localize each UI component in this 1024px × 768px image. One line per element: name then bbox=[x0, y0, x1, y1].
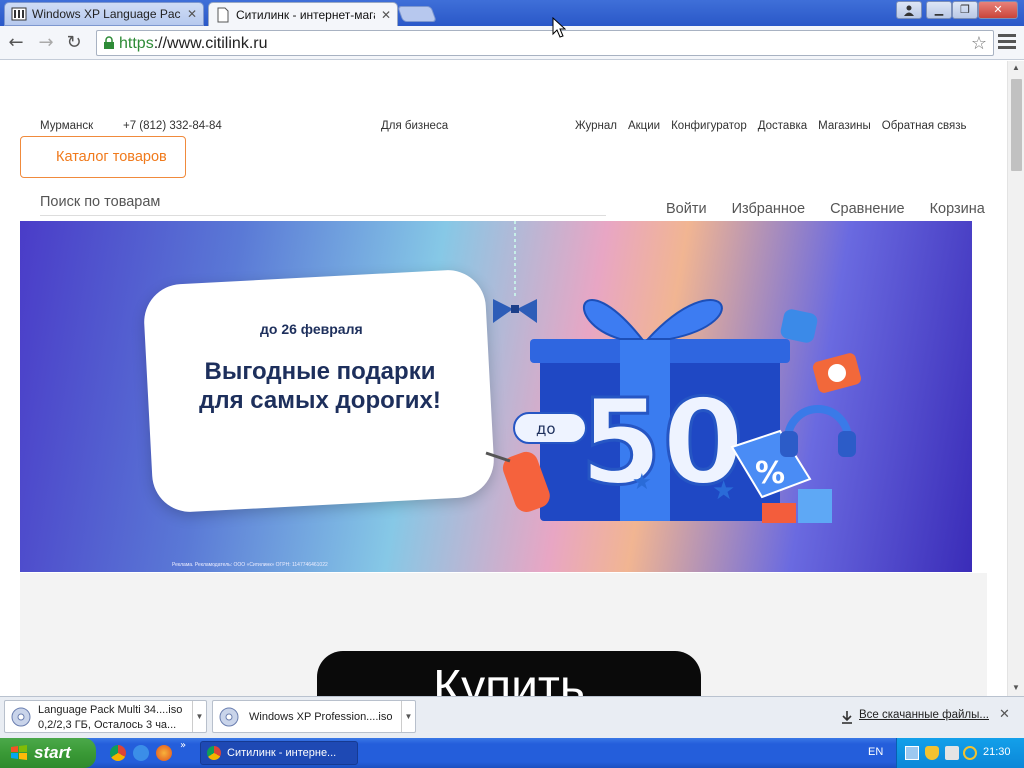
close-icon: ✕ bbox=[993, 3, 1003, 16]
nav-delivery[interactable]: Доставка bbox=[758, 120, 807, 132]
minimize-button[interactable]: ▁ bbox=[926, 1, 952, 19]
download-arrow-icon bbox=[842, 711, 852, 724]
download-filename: Windows XP Profession....iso bbox=[249, 711, 393, 723]
search-input[interactable]: Поиск по товарам bbox=[40, 194, 606, 216]
top-nav: Журнал Акции Конфигуратор Доставка Магаз… bbox=[575, 120, 967, 132]
download-item[interactable]: Windows XP Profession....iso ▼ bbox=[212, 700, 416, 733]
tab-citilink[interactable]: Ситилинк - интернет-магаз ✕ bbox=[208, 2, 398, 26]
browser-toolbar: ← → ↻ https://www.citilink.ru ☆ bbox=[0, 26, 1024, 60]
chrome-menu-icon[interactable] bbox=[998, 34, 1016, 52]
login-link[interactable]: Войти bbox=[666, 201, 707, 217]
user-profile-button[interactable] bbox=[896, 1, 922, 19]
mouse-cursor-icon bbox=[552, 17, 566, 38]
banner-legal-text: Реклама. Рекламодатель: ООО «Ситилинк» О… bbox=[172, 562, 328, 568]
page-icon bbox=[217, 7, 229, 22]
reload-icon: ↻ bbox=[66, 32, 82, 53]
disc-image-icon bbox=[219, 707, 239, 727]
nav-configurator[interactable]: Конфигуратор bbox=[671, 120, 747, 132]
minimize-icon: ▁ bbox=[934, 3, 944, 16]
nav-promotions[interactable]: Акции bbox=[628, 120, 660, 132]
search-icon[interactable] bbox=[963, 746, 977, 760]
download-shelf: Language Pack Multi 34....iso 0,2/2,3 ГБ… bbox=[0, 696, 1024, 738]
all-downloads-link[interactable]: Все скачанные файлы... bbox=[859, 709, 989, 721]
svg-text:%: % bbox=[755, 456, 785, 491]
security-shield-icon[interactable] bbox=[925, 746, 939, 760]
chrome-quicklaunch-icon[interactable] bbox=[110, 745, 126, 761]
nav-stores[interactable]: Магазины bbox=[818, 120, 871, 132]
phone-number[interactable]: +7 (812) 332-84-84 bbox=[123, 120, 222, 132]
taskbar-window-chrome[interactable]: Ситилинк - интерне... bbox=[200, 741, 358, 765]
close-window-button[interactable]: ✕ bbox=[978, 1, 1018, 19]
url-host: ://www.citilink.ru bbox=[153, 35, 268, 52]
tab-label: Windows XP Language Pack bbox=[32, 7, 181, 21]
address-bar[interactable]: https://www.citilink.ru ☆ bbox=[96, 30, 994, 56]
url-scheme: https bbox=[119, 35, 154, 52]
catalog-button[interactable]: Каталог товаров bbox=[20, 136, 186, 178]
restore-icon: ❐ bbox=[960, 3, 970, 16]
user-links: Войти Избранное Сравнение Корзина bbox=[666, 201, 985, 217]
city-selector[interactable]: Мурманск bbox=[40, 120, 93, 132]
task-label: Ситилинк - интерне... bbox=[227, 747, 337, 759]
scroll-up-icon[interactable]: ▲ bbox=[1012, 63, 1020, 72]
language-indicator[interactable]: EN bbox=[868, 746, 883, 758]
start-button[interactable]: start bbox=[0, 738, 96, 768]
firefox-icon[interactable] bbox=[156, 745, 172, 761]
user-icon bbox=[904, 5, 914, 16]
bow-tie-icon bbox=[493, 299, 537, 323]
svg-text:★: ★ bbox=[712, 475, 735, 505]
disc-image-icon bbox=[11, 707, 31, 727]
reload-button[interactable]: ↻ bbox=[64, 33, 84, 53]
maximize-button[interactable]: ❐ bbox=[952, 1, 978, 19]
product-section: Купить bbox=[20, 573, 987, 696]
download-filename: Language Pack Multi 34....iso bbox=[38, 704, 183, 716]
archive-icon bbox=[11, 7, 27, 21]
clock: 21:30 bbox=[983, 746, 1011, 758]
close-shelf-icon[interactable]: ✕ bbox=[999, 707, 1010, 722]
business-link[interactable]: Для бизнеса bbox=[381, 120, 448, 132]
page-viewport: Мурманск +7 (812) 332-84-84 Для бизнеса … bbox=[0, 61, 1024, 696]
tab-close-icon[interactable]: ✕ bbox=[381, 8, 391, 22]
download-status: 0,2/2,3 ГБ, Осталось 3 ча... bbox=[38, 719, 177, 731]
scroll-down-icon[interactable]: ▼ bbox=[1012, 683, 1020, 692]
back-button[interactable]: ← bbox=[6, 33, 26, 53]
gift-box-illustration: 50 до % ★ ★ bbox=[485, 221, 862, 523]
arrow-right-icon: → bbox=[38, 32, 54, 53]
tab-strip: Windows XP Language Pack ✕ Ситилинк - ин… bbox=[0, 0, 1024, 26]
forward-button[interactable]: → bbox=[36, 33, 56, 53]
tab-label: Ситилинк - интернет-магаз bbox=[236, 7, 375, 22]
cart-link[interactable]: Корзина bbox=[930, 201, 985, 217]
download-menu-chevron-icon[interactable]: ▼ bbox=[192, 701, 206, 732]
scrollbar-thumb[interactable] bbox=[1011, 79, 1022, 171]
tab-close-icon[interactable]: ✕ bbox=[187, 7, 197, 21]
download-menu-chevron-icon[interactable]: ▼ bbox=[401, 701, 415, 732]
url-text: https://www.citilink.ru bbox=[119, 35, 267, 53]
taskbar: start » Ситилинк - интерне... EN 21:30 bbox=[0, 738, 1024, 768]
windows-logo-icon bbox=[11, 745, 27, 760]
favorites-link[interactable]: Избранное bbox=[732, 201, 805, 217]
bookmark-star-icon[interactable]: ☆ bbox=[971, 33, 987, 54]
lock-icon bbox=[104, 36, 114, 49]
nav-journal[interactable]: Журнал bbox=[575, 120, 617, 132]
svg-text:до: до bbox=[536, 420, 556, 438]
buy-button[interactable]: Купить bbox=[317, 651, 701, 696]
compare-link[interactable]: Сравнение bbox=[830, 201, 905, 217]
internet-explorer-icon[interactable] bbox=[133, 745, 149, 761]
chrome-icon bbox=[207, 746, 221, 760]
start-label: start bbox=[34, 743, 71, 762]
nav-feedback[interactable]: Обратная связь bbox=[882, 120, 967, 132]
arrow-left-icon: ← bbox=[8, 32, 24, 53]
network-icon[interactable] bbox=[905, 746, 919, 760]
speaker-icon[interactable] bbox=[945, 746, 959, 760]
system-tray: 21:30 bbox=[896, 738, 1024, 768]
page-scrollbar[interactable]: ▲ ▼ bbox=[1007, 61, 1024, 696]
promo-banner[interactable]: до 26 февраля Выгодные подарки для самых… bbox=[20, 221, 972, 572]
download-item[interactable]: Language Pack Multi 34....iso 0,2/2,3 ГБ… bbox=[4, 700, 207, 733]
svg-text:★: ★ bbox=[632, 469, 652, 494]
tab-windows-xp-language-pack[interactable]: Windows XP Language Pack ✕ bbox=[4, 2, 204, 26]
new-tab-button[interactable] bbox=[397, 6, 437, 22]
chevron-double-right-icon[interactable]: » bbox=[180, 740, 186, 751]
